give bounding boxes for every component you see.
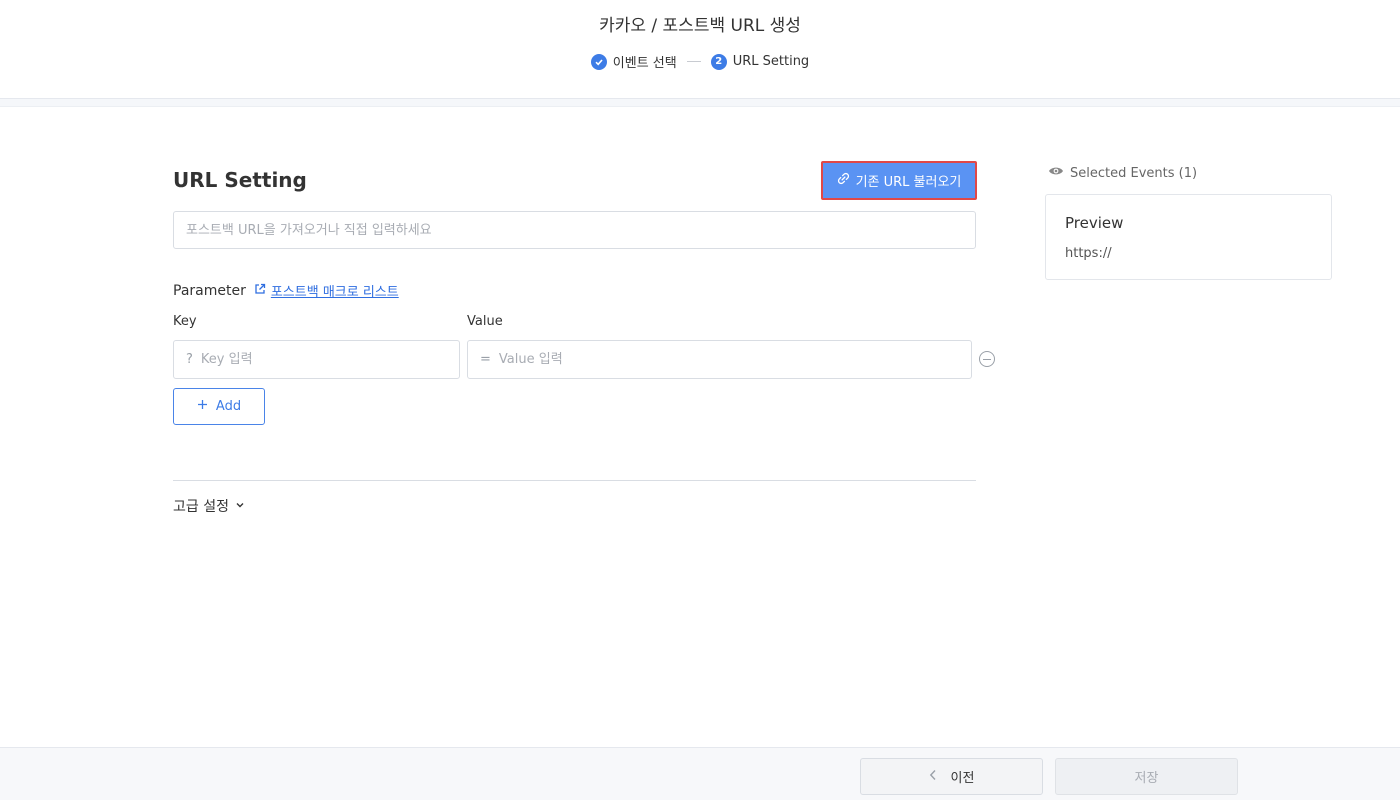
preview-url: https://: [1065, 246, 1112, 261]
key-field[interactable]: ?: [173, 340, 460, 379]
question-icon: ?: [186, 352, 193, 367]
section-divider: [173, 480, 976, 481]
step-separator: [686, 61, 701, 62]
stepper: 이벤트 선택 2 URL Setting: [0, 52, 1400, 71]
add-label: Add: [215, 399, 242, 414]
chevron-left-icon: [929, 769, 937, 785]
postback-url-input[interactable]: [173, 211, 976, 249]
page-header: 카카오 / 포스트백 URL 생성 이벤트 선택 2 URL Setting: [0, 0, 1400, 99]
value-input[interactable]: [498, 352, 959, 367]
chevron-down-icon: [235, 498, 245, 514]
eye-icon: [1048, 165, 1064, 181]
step-label: 이벤트 선택: [612, 56, 677, 71]
equals-icon: =: [480, 352, 491, 367]
key-input[interactable]: [200, 352, 447, 367]
load-existing-url-button[interactable]: 기존 URL 불러오기: [821, 161, 977, 200]
step-event-select[interactable]: 이벤트 선택: [590, 52, 677, 71]
previous-label: 이전: [950, 771, 975, 786]
macro-list-label: 포스트백 매크로 리스트: [270, 285, 399, 300]
advanced-settings-label: 고급 설정: [173, 499, 229, 515]
add-parameter-button[interactable]: Add: [173, 388, 265, 425]
selected-events-toggle[interactable]: Selected Events (1): [1048, 165, 1197, 181]
check-icon: [590, 53, 607, 70]
minus-circle-icon: [983, 358, 991, 360]
key-column-label: Key: [173, 314, 197, 329]
preview-card: Preview https://: [1045, 194, 1332, 280]
step-label: URL Setting: [732, 54, 810, 69]
macro-list-link[interactable]: 포스트백 매크로 리스트: [254, 281, 399, 300]
parameter-label: Parameter: [173, 282, 246, 299]
save-button[interactable]: 저장: [1055, 758, 1238, 795]
previous-button[interactable]: 이전: [860, 758, 1043, 795]
value-column-label: Value: [467, 314, 503, 329]
load-existing-url-label: 기존 URL 불러오기: [855, 175, 962, 190]
header-subbar: [0, 99, 1400, 107]
section-title: URL Setting: [173, 168, 307, 192]
page-footer: 이전 저장: [0, 747, 1400, 800]
step-number: 2: [710, 53, 727, 70]
preview-title: Preview: [1065, 214, 1124, 232]
parameter-header: Parameter 포스트백 매크로 리스트: [173, 281, 399, 301]
page-title-breadcrumb: 카카오 / 포스트백 URL 생성: [599, 16, 801, 36]
remove-parameter-button[interactable]: [979, 351, 995, 367]
step-url-setting: 2 URL Setting: [710, 53, 810, 70]
advanced-settings-toggle[interactable]: 고급 설정: [173, 496, 245, 516]
link-icon: [837, 172, 850, 189]
value-field[interactable]: =: [467, 340, 972, 379]
plus-icon: [197, 399, 208, 414]
selected-events-label: Selected Events (1): [1070, 165, 1198, 181]
external-link-icon: [254, 283, 266, 299]
